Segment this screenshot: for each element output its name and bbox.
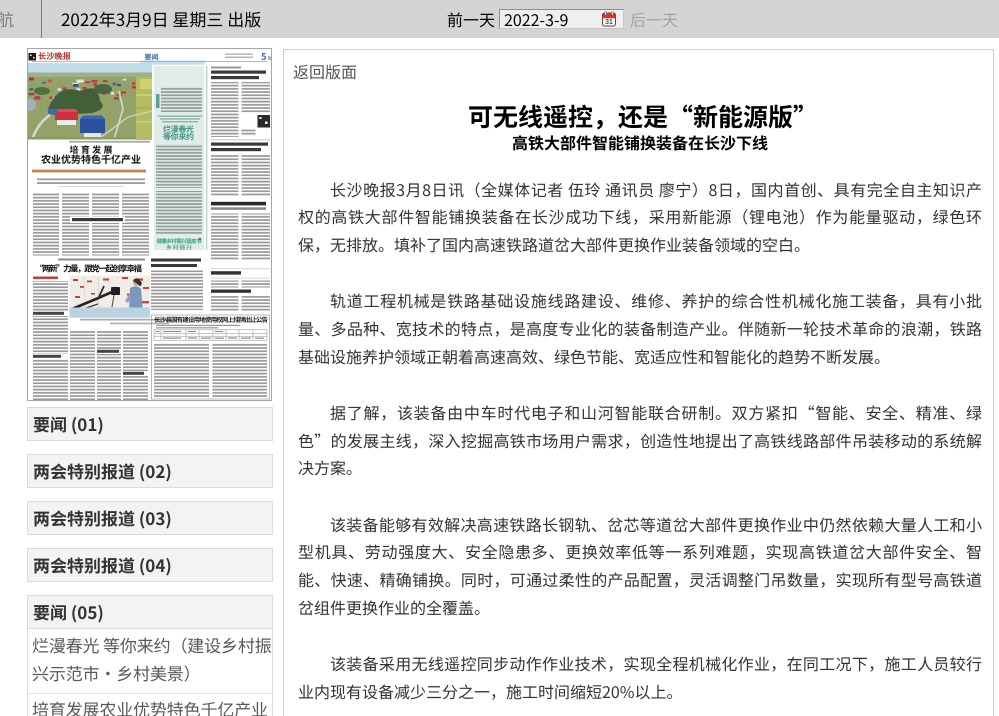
svg-text:版: 版 xyxy=(268,56,272,62)
svg-text:农业优势特色千亿产业: 农业优势特色千亿产业 xyxy=(41,151,141,166)
svg-text:5: 5 xyxy=(261,49,267,63)
svg-text:“两新”力量，跟党一起创享幸福: “两新”力量，跟党一起创享幸福 xyxy=(35,263,142,275)
svg-text:长沙晚报: 长沙晚报 xyxy=(38,50,71,62)
svg-text:等你来约: 等你来约 xyxy=(163,132,194,143)
svg-text:乡村振兴: 乡村振兴 xyxy=(166,243,192,252)
svg-text:31: 31 xyxy=(605,19,613,26)
svg-text:长沙县国有建设用地使用权网上挂牌出让公告: 长沙县国有建设用地使用权网上挂牌出让公告 xyxy=(154,314,269,324)
